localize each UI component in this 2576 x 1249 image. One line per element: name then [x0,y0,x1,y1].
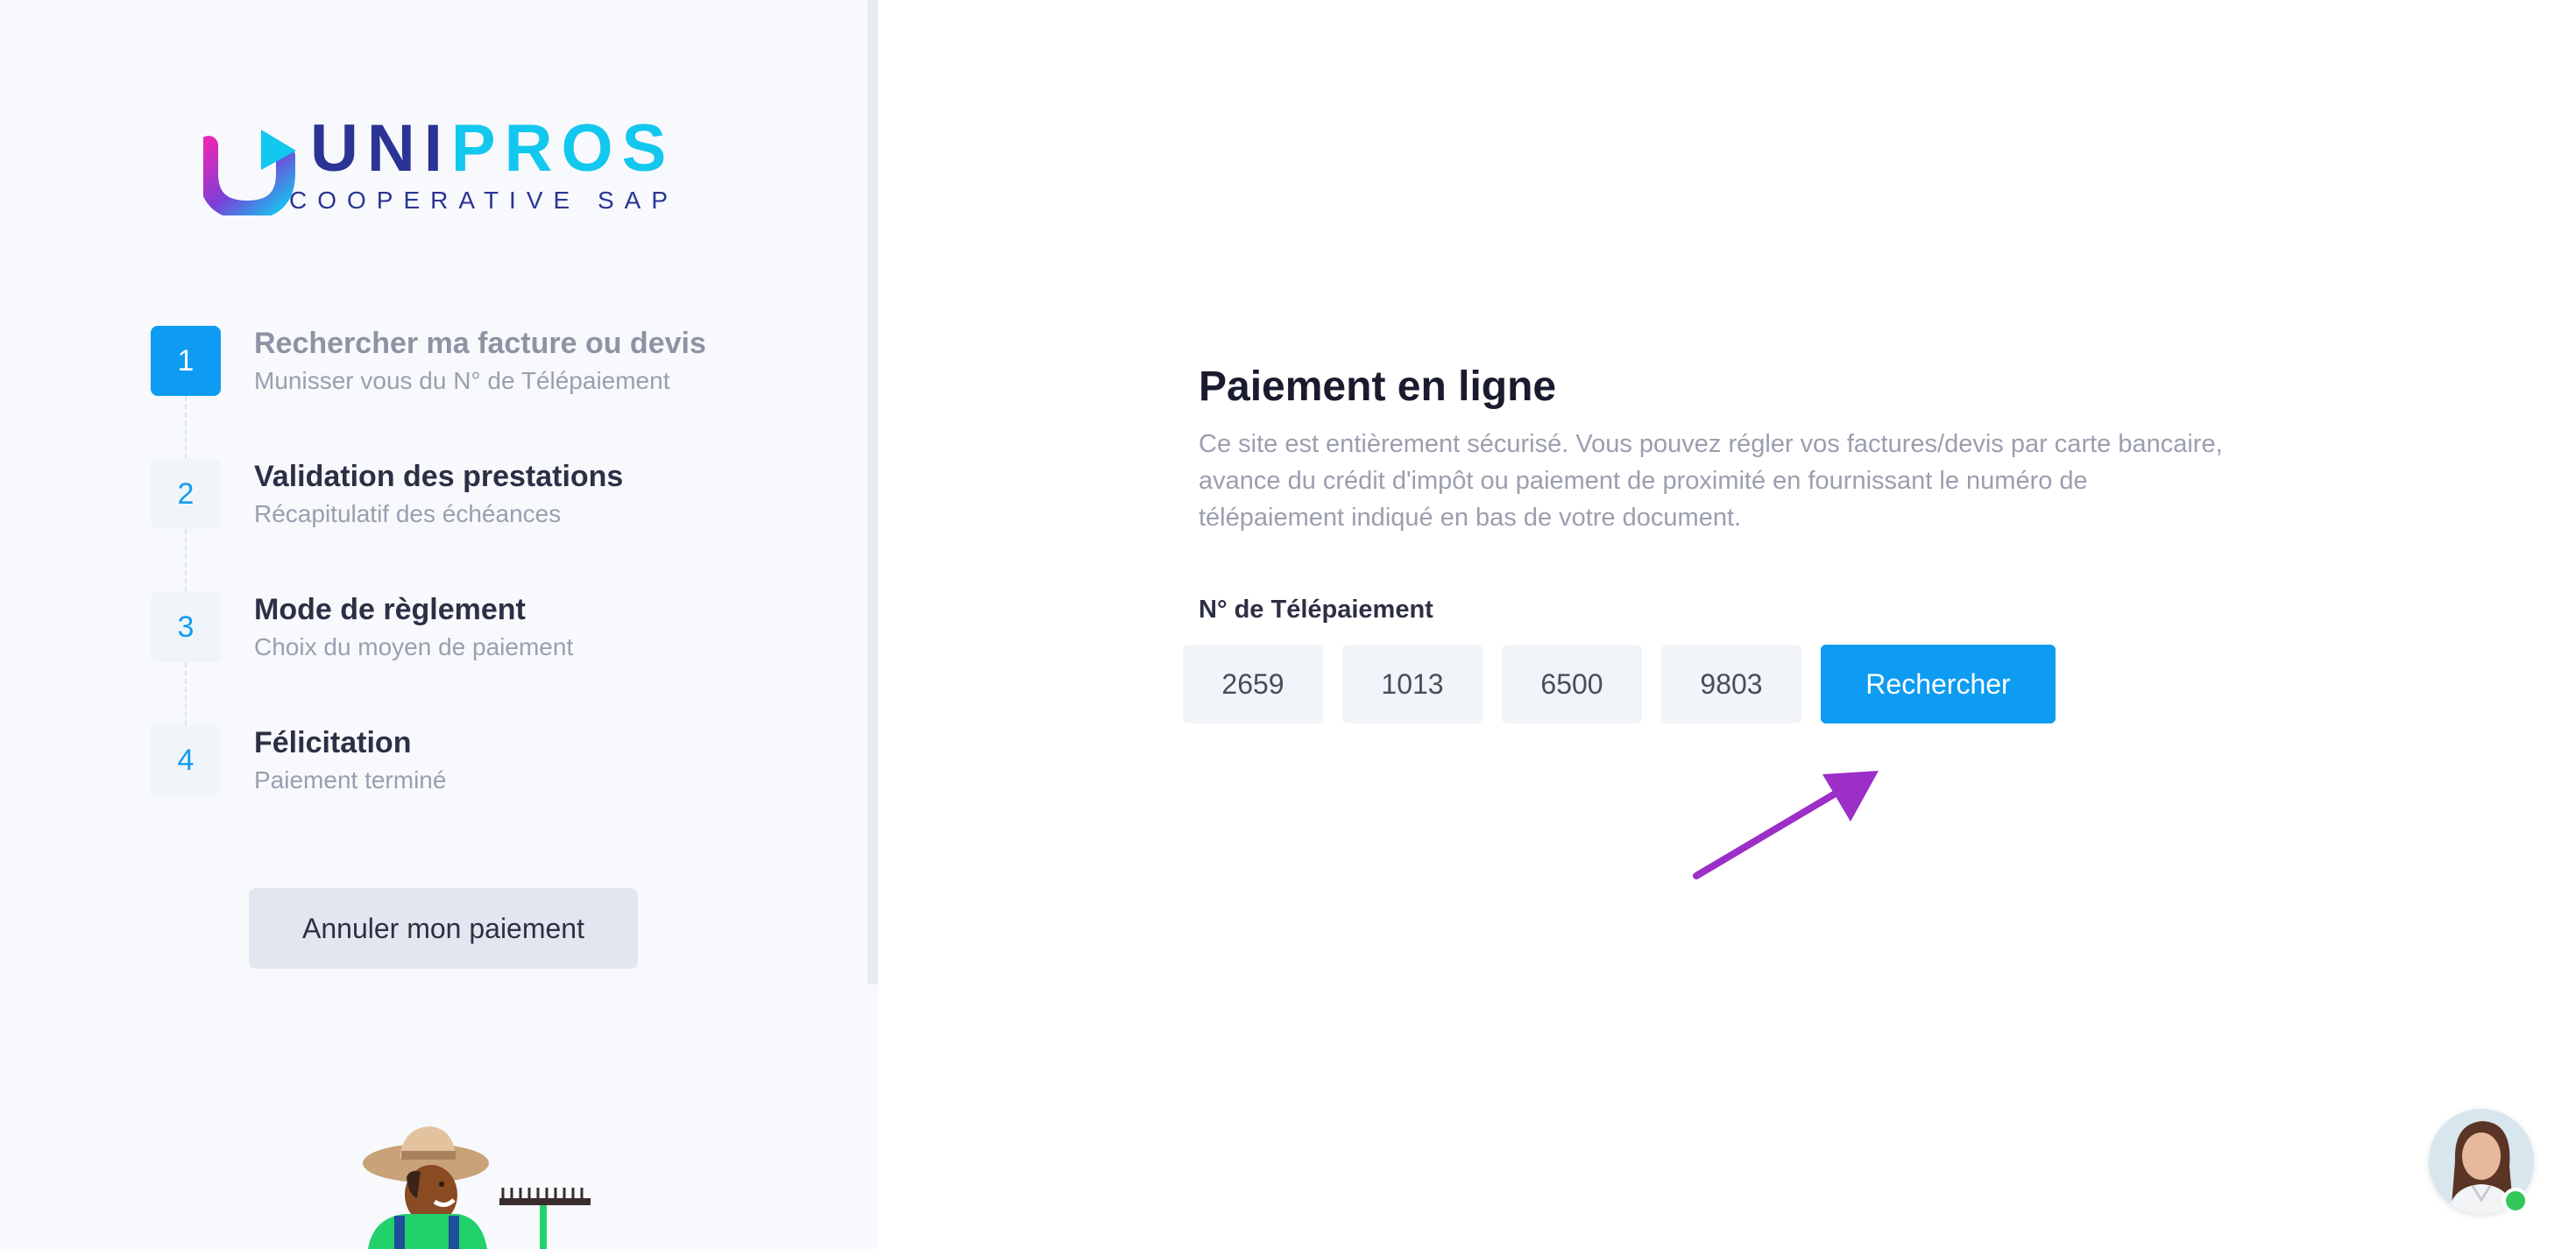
step-connector [185,529,187,592]
step-subtitle: Paiement terminé [254,766,447,794]
step-connector [185,396,187,459]
page-description: Ce site est entièrement sécurisé. Vous p… [1199,430,2223,532]
brand-name-part1: UNI [310,111,451,186]
brand-name-part2: PROS [450,111,676,186]
step-title: Félicitation [254,726,412,759]
step-title: Rechercher ma facture ou devis [254,327,706,360]
step-2: 2 Validation des prestations Récapitulat… [151,459,852,538]
cancel-payment-button[interactable]: Annuler mon paiement [249,888,638,969]
search-button[interactable]: Rechercher [1821,645,2056,723]
annotation-arrow-icon [1693,771,1879,879]
page-title: Paiement en ligne [1199,363,1557,410]
step-number: 1 [151,326,221,396]
step-4: 4 Félicitation Paiement terminé [151,725,852,804]
telepayment-code-part-2[interactable] [1342,645,1483,723]
brand-name: UNIPROS [310,114,675,184]
step-subtitle: Choix du moyen de paiement [254,633,574,660]
brand-tagline: COOPERATIVE SAP [289,187,678,214]
step-title: Mode de règlement [254,593,526,626]
step-connector [185,662,187,725]
gardener-illustration [350,1121,613,1249]
telepayment-code-part-3[interactable] [1502,645,1642,723]
telepayment-code-part-1[interactable] [1183,645,1323,723]
step-title: Validation des prestations [254,460,624,493]
sidebar-scrollbar[interactable] [867,0,878,984]
step-3: 3 Mode de règlement Choix du moyen de pa… [151,592,852,671]
step-subtitle: Récapitulatif des échéances [254,500,562,527]
payment-page: UNIPROS COOPERATIVE SAP 1 Rechercher ma … [0,0,2576,1249]
step-number: 4 [151,725,221,795]
unipros-logo: UNIPROS COOPERATIVE SAP [203,110,668,215]
step-1: 1 Rechercher ma facture ou devis Munisse… [151,326,852,405]
telepayment-label: N° de Télépaiement [1199,596,1433,624]
sidebar-scrolltrack [867,984,878,1249]
step-number: 2 [151,459,221,529]
telepayment-code-part-4[interactable] [1661,645,1801,723]
step-number: 3 [151,592,221,662]
online-status-indicator [2502,1188,2529,1214]
sidebar: UNIPROS COOPERATIVE SAP 1 Rechercher ma … [0,0,867,1249]
step-subtitle: Munisser vous du N° de Télépaiement [254,367,670,394]
logo-mark-icon [203,110,296,215]
